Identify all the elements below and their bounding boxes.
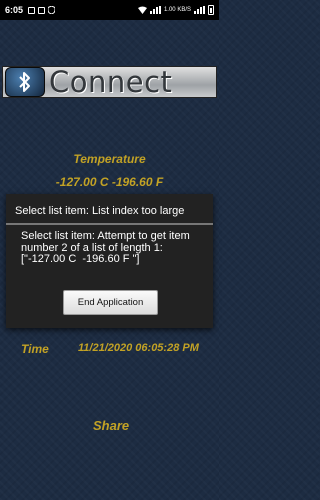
battery-icon bbox=[208, 5, 214, 15]
status-time: 6:05 bbox=[5, 5, 24, 15]
shield-icon bbox=[48, 6, 56, 14]
dialog-title: Select list item: List index too large bbox=[15, 205, 185, 217]
temperature-value: -127.00 C -196.60 F bbox=[55, 175, 164, 189]
notification-icons bbox=[28, 6, 56, 14]
calendar-icon bbox=[38, 6, 46, 14]
temperature-label: Temperature bbox=[73, 152, 146, 166]
status-bar: 6:05 1.00 KB/S bbox=[0, 0, 219, 20]
email-icon bbox=[28, 6, 36, 14]
connect-banner[interactable]: Connect bbox=[2, 65, 217, 99]
time-label: Time bbox=[21, 342, 49, 356]
dialog-message: Select list item: Attempt to get item nu… bbox=[21, 230, 193, 265]
network-speed: 1.00 KB/S bbox=[163, 7, 191, 13]
share-button[interactable]: Share bbox=[93, 418, 129, 433]
banner-title: Connect bbox=[49, 65, 173, 99]
time-value: 11/21/2020 06:05:28 PM bbox=[78, 342, 199, 354]
error-dialog: Select list item: List index too large S… bbox=[6, 194, 213, 328]
dialog-divider bbox=[6, 223, 213, 225]
signal-icon-2 bbox=[194, 6, 205, 14]
wifi-icon bbox=[137, 6, 147, 14]
end-application-button[interactable]: End Application bbox=[63, 290, 158, 315]
signal-icon bbox=[149, 6, 161, 14]
system-icons: 1.00 KB/S bbox=[137, 5, 214, 15]
bluetooth-icon bbox=[5, 67, 45, 97]
